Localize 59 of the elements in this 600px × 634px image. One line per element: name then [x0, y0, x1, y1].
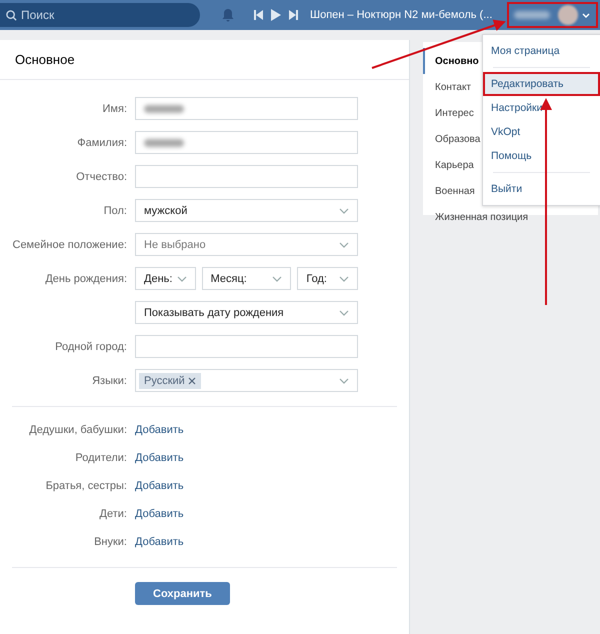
field-label: Братья, сестры:: [44, 480, 127, 492]
menu-item[interactable]: Жизненная позиция: [423, 204, 598, 230]
field-label: Языки:: [91, 374, 127, 386]
next-icon[interactable]: [289, 10, 298, 20]
select-field[interactable]: Год:: [297, 267, 358, 290]
previous-icon[interactable]: [254, 10, 263, 20]
track-title[interactable]: Шопен – Ноктюрн N2 ми-бемоль (...: [310, 9, 492, 21]
chevron-down-icon: [272, 276, 282, 282]
add-link[interactable]: Добавить: [135, 480, 184, 492]
field-label: Семейное положение:: [12, 238, 127, 250]
dropdown-item[interactable]: Выйти: [483, 177, 600, 201]
user-menu[interactable]: [507, 2, 598, 28]
select-field[interactable]: Не выбрано: [135, 233, 358, 256]
text-field[interactable]: [135, 131, 358, 154]
add-link[interactable]: Добавить: [135, 452, 184, 464]
select-field[interactable]: Месяц:: [202, 267, 292, 290]
dropdown-item[interactable]: Моя страница: [483, 39, 600, 63]
card-title: Основное: [0, 40, 409, 80]
field-label: Родители:: [74, 452, 127, 464]
bell-icon[interactable]: [222, 8, 234, 22]
dropdown-item[interactable]: Помощь: [483, 144, 600, 168]
text-field[interactable]: [135, 335, 358, 358]
search-field[interactable]: Поиск: [0, 3, 200, 27]
dropdown-item[interactable]: Настройки: [483, 96, 600, 120]
field-label: Дети:: [98, 508, 127, 520]
add-link[interactable]: Добавить: [135, 536, 184, 548]
dropdown-item[interactable]: Редактировать: [483, 72, 600, 96]
add-link[interactable]: Добавить: [135, 424, 184, 436]
select-field[interactable]: День:: [135, 267, 196, 290]
avatar: [558, 5, 578, 25]
chevron-down-icon: [176, 276, 187, 282]
text-field[interactable]: [135, 165, 358, 188]
language-tag: Русский: [139, 372, 201, 388]
dropdown-item[interactable]: VkOpt: [483, 120, 600, 144]
field-label: Фамилия:: [76, 136, 127, 148]
field-label: Отчество:: [75, 170, 127, 182]
field-label: Пол:: [102, 204, 127, 216]
save-button[interactable]: Сохранить: [135, 582, 230, 605]
add-link[interactable]: Добавить: [135, 508, 184, 520]
chevron-down-icon: [582, 12, 590, 18]
field-label: День рождения:: [44, 272, 127, 284]
chevron-down-icon: [339, 242, 349, 248]
field-label: Внуки:: [93, 536, 127, 548]
blurred-value: [144, 104, 184, 112]
field-label: Имя:: [102, 102, 127, 114]
text-field[interactable]: [135, 97, 358, 120]
field-label: Дедушки, бабушки:: [28, 424, 127, 436]
field-label: Родной город:: [54, 340, 127, 352]
chevron-down-icon: [339, 378, 349, 384]
chevron-down-icon: [339, 310, 349, 316]
chevron-down-icon: [339, 208, 349, 214]
select-field[interactable]: мужской: [135, 199, 358, 222]
blurred-value: [144, 138, 184, 146]
play-icon[interactable]: [271, 9, 281, 21]
search-icon: [6, 10, 17, 21]
select-field[interactable]: Показывать дату рождения: [135, 301, 358, 324]
close-icon[interactable]: [188, 376, 196, 384]
chevron-down-icon: [338, 276, 349, 282]
select-field[interactable]: Русский: [135, 369, 358, 392]
